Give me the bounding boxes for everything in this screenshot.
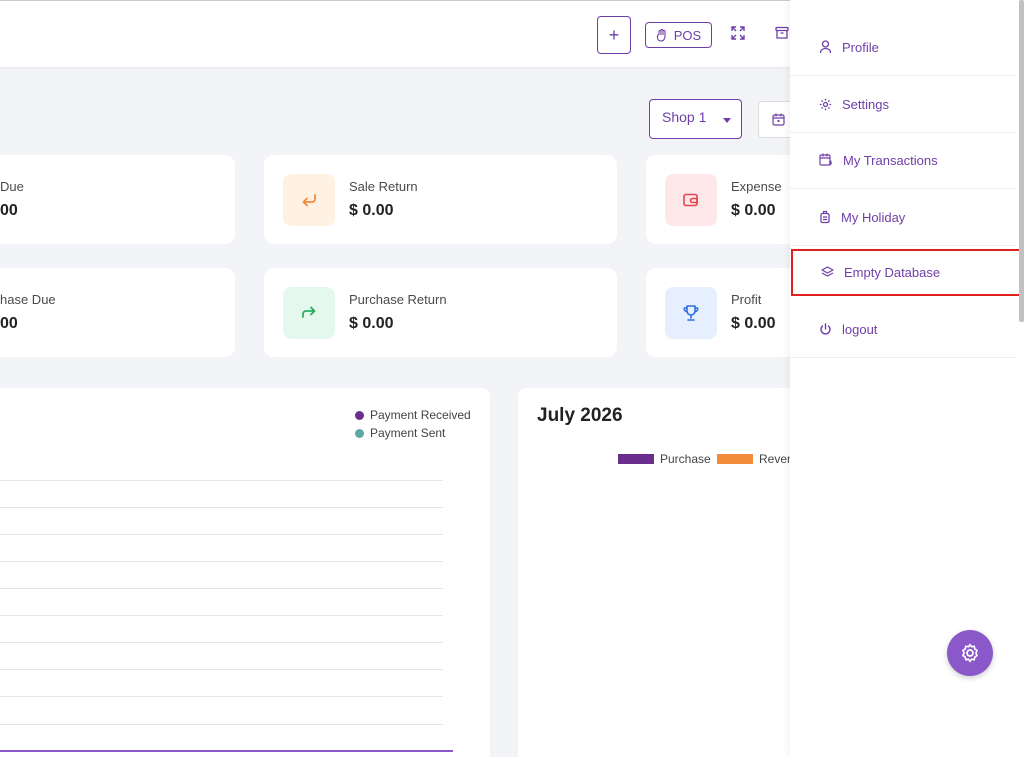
stat-value: 00 bbox=[0, 202, 18, 219]
shop-select[interactable]: Shop 1 bbox=[649, 99, 742, 139]
calendar-icon bbox=[771, 113, 785, 126]
stat-card-sale-return: Sale Return $ 0.00 bbox=[264, 155, 617, 244]
menu-item-my-transactions[interactable]: My Transactions bbox=[790, 132, 1016, 189]
pos-label: POS bbox=[673, 27, 702, 43]
stat-card-due: Due 00 bbox=[0, 155, 235, 244]
user-icon bbox=[819, 40, 832, 54]
legend-dot bbox=[355, 428, 364, 438]
stat-label: Purchase Return bbox=[349, 292, 447, 307]
stat-card-purchase-return: Purchase Return $ 0.00 bbox=[264, 268, 617, 357]
forward-arrow-icon bbox=[283, 287, 335, 339]
legend-payment-sent[interactable]: Payment Sent bbox=[355, 426, 445, 440]
legend-label: Purchase bbox=[660, 452, 711, 466]
gridline bbox=[0, 696, 443, 697]
legend-dot bbox=[355, 410, 364, 420]
scrollbar[interactable] bbox=[1019, 0, 1024, 322]
power-icon bbox=[820, 322, 831, 334]
wallet-icon bbox=[665, 174, 717, 226]
series-line bbox=[0, 750, 453, 752]
legend-label: Payment Received bbox=[370, 408, 471, 422]
legend-swatch bbox=[618, 454, 654, 464]
menu-item-profile[interactable]: Profile bbox=[790, 19, 1016, 76]
stat-label: Profit bbox=[731, 292, 762, 307]
gridline bbox=[0, 642, 443, 643]
gridline bbox=[0, 724, 443, 725]
stat-value: $ 0.00 bbox=[349, 202, 394, 219]
stat-value: 00 bbox=[0, 315, 18, 332]
menu-item-label: My Holiday bbox=[841, 209, 906, 225]
pos-button[interactable]: POS bbox=[645, 22, 712, 48]
legend-payment-received[interactable]: Payment Received bbox=[355, 408, 471, 422]
legend-label: Payment Sent bbox=[370, 426, 446, 440]
fullscreen-icon[interactable] bbox=[731, 26, 745, 40]
chart-title: July 2026 bbox=[537, 405, 623, 426]
gridline bbox=[0, 507, 443, 508]
monthly-chart-card: July 2026 Purchase Reven bbox=[518, 388, 818, 757]
shop-select-value: Shop 1 bbox=[662, 109, 707, 125]
chevron-down-icon bbox=[723, 118, 731, 123]
menu-item-empty-database[interactable]: Empty Database bbox=[791, 249, 1022, 296]
menu-item-label: Profile bbox=[842, 39, 879, 55]
settings-fab-button[interactable] bbox=[947, 630, 993, 676]
stat-value: $ 0.00 bbox=[731, 202, 776, 219]
gridline bbox=[0, 480, 443, 481]
menu-item-label: My Transactions bbox=[843, 152, 938, 168]
stat-label: Sale Return bbox=[349, 179, 418, 194]
stat-label: Due bbox=[0, 179, 24, 194]
gridline bbox=[0, 615, 443, 616]
gridline bbox=[0, 669, 443, 670]
hand-icon bbox=[656, 28, 666, 42]
add-button[interactable]: + bbox=[597, 16, 631, 54]
menu-item-my-holiday[interactable]: My Holiday bbox=[790, 189, 1016, 246]
stat-card-purchase-due: hase Due 00 bbox=[0, 268, 235, 357]
legend-purchase[interactable]: Purchase bbox=[618, 452, 711, 466]
stat-value: $ 0.00 bbox=[349, 315, 394, 332]
return-arrow-icon bbox=[283, 174, 335, 226]
layers-icon bbox=[821, 266, 834, 277]
legend-label: Reven bbox=[759, 452, 794, 466]
archive-icon[interactable] bbox=[775, 26, 789, 40]
stat-label: Expense bbox=[731, 179, 782, 194]
menu-item-label: logout bbox=[842, 321, 878, 337]
gear-icon bbox=[819, 98, 832, 110]
gear-icon bbox=[962, 643, 978, 663]
calendar-dollar-icon bbox=[819, 153, 833, 166]
gridline bbox=[0, 588, 443, 589]
trophy-icon bbox=[665, 287, 717, 339]
payment-chart-card: Payment Received Payment Sent bbox=[0, 388, 490, 757]
menu-item-label: Empty Database bbox=[844, 264, 941, 280]
menu-item-settings[interactable]: Settings bbox=[790, 76, 1016, 133]
legend-swatch bbox=[717, 454, 753, 464]
suitcase-icon bbox=[820, 210, 830, 224]
gridline bbox=[0, 534, 443, 535]
menu-item-logout[interactable]: logout bbox=[790, 301, 1016, 358]
legend-revenue[interactable]: Reven bbox=[717, 452, 794, 466]
gridline bbox=[0, 561, 443, 562]
menu-item-label: Settings bbox=[842, 96, 889, 112]
stat-value: $ 0.00 bbox=[731, 315, 776, 332]
stat-label: hase Due bbox=[0, 292, 56, 307]
